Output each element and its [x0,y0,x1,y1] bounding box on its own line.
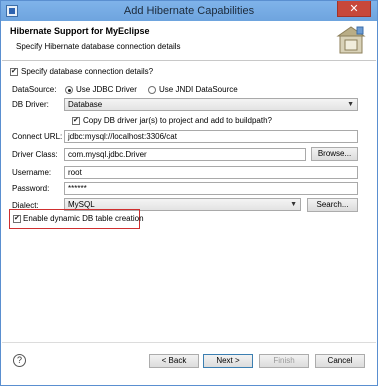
browse-button[interactable]: Browse... [311,147,358,161]
footer-divider [2,342,376,343]
chevron-down-icon: ▼ [347,101,354,108]
radio-use-jndi-datasource-label: Use JNDI DataSource [159,85,238,94]
specify-details-label: Specify database connection details? [21,67,154,76]
dialect-value: MySQL [68,200,95,209]
dynamic-table-checkbox[interactable] [13,214,21,224]
radio-use-jdbc-driver-label: Use JDBC Driver [76,85,137,94]
cancel-button[interactable]: Cancel [315,354,365,368]
connect-url-label: Connect URL: [12,132,63,141]
driver-class-label: Driver Class: [12,150,58,159]
hibernate-wizard-icon [336,26,366,54]
close-button[interactable]: ✕ [337,1,371,17]
help-icon[interactable]: ? [13,354,26,367]
back-button[interactable]: < Back [149,354,199,368]
driver-class-input[interactable]: com.mysql.jdbc.Driver [64,148,306,161]
username-input[interactable]: root [64,166,358,179]
search-button[interactable]: Search... [307,198,358,212]
radio-use-jdbc-driver[interactable] [65,86,73,94]
title-bar[interactable]: Add Hibernate Capabilities ✕ [1,1,377,21]
page-title: Hibernate Support for MyEclipse [10,26,150,36]
username-label: Username: [12,168,52,177]
datasource-label: DataSource: [12,85,57,94]
db-driver-select[interactable]: Database ▼ [64,98,358,111]
next-button[interactable]: Next > [203,354,253,368]
password-input[interactable]: ****** [64,182,358,195]
connect-url-input[interactable]: jdbc:mysql://localhost:3306/cat [64,130,358,143]
page-description: Specify Hibernate database connection de… [16,42,181,51]
copy-jars-label: Copy DB driver jar(s) to project and add… [83,116,272,125]
wizard-banner: Hibernate Support for MyEclipse Specify … [2,21,376,61]
wizard-window: Add Hibernate Capabilities ✕ Hibernate S… [0,0,378,386]
password-label: Password: [12,184,50,193]
copy-jars-checkbox[interactable] [72,116,80,126]
db-driver-value: Database [68,100,103,109]
radio-use-jndi-datasource[interactable] [148,86,156,94]
dynamic-table-label: Enable dynamic DB table creation [23,214,144,223]
chevron-down-icon: ▼ [290,201,297,208]
finish-button[interactable]: Finish [259,354,309,368]
window-title: Add Hibernate Capabilities [123,5,255,17]
specify-details-checkbox[interactable] [10,67,18,77]
db-driver-label: DB Driver: [12,100,49,109]
